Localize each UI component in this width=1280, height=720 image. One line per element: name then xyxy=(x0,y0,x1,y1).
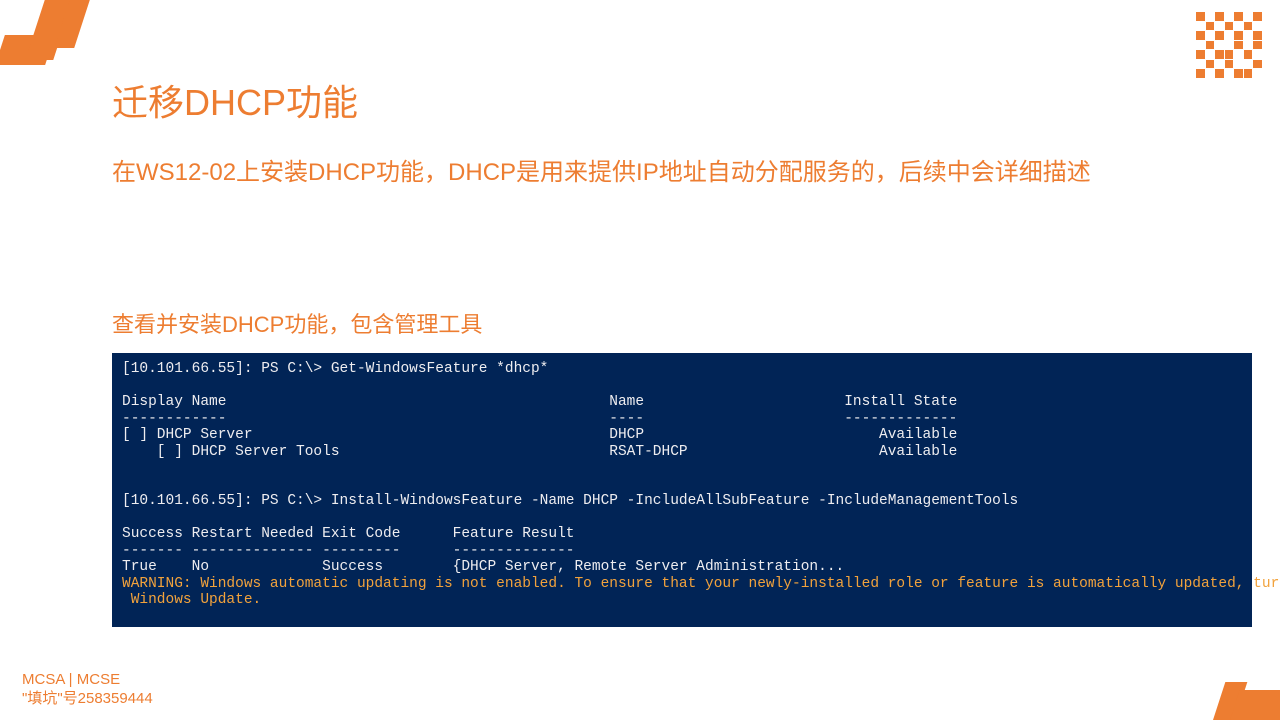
decoration-bottom-right xyxy=(1180,660,1280,720)
slide-footer: MCSA | MCSE "填坑"号258359444 xyxy=(22,670,153,708)
slide-title: 迁移DHCP功能 xyxy=(112,74,1240,126)
footer-line-1: MCSA | MCSE xyxy=(22,670,153,689)
slide-content: 迁移DHCP功能 在WS12-02上安装DHCP功能，DHCP是用来提供IP地址… xyxy=(112,74,1240,627)
terminal-line: True No Success {DHCP Server, Remote Ser… xyxy=(122,559,844,575)
slide-subtitle: 在WS12-02上安装DHCP功能，DHCP是用来提供IP地址自动分配服务的，后… xyxy=(112,152,1240,187)
terminal-line: ------- -------------- --------- -------… xyxy=(122,543,574,559)
terminal-line: Display Name Name Install State xyxy=(122,394,957,410)
terminal-line: [10.101.66.55]: PS C:\> Get-WindowsFeatu… xyxy=(122,361,548,377)
terminal-line: [ ] DHCP Server DHCP Available xyxy=(122,427,957,443)
decoration-top-left xyxy=(0,0,90,70)
terminal-line: ------------ ---- ------------- xyxy=(122,411,957,427)
terminal-line: [ ] DHCP Server Tools RSAT-DHCP Availabl… xyxy=(122,444,957,460)
section-heading: 查看并安装DHCP功能，包含管理工具 xyxy=(112,307,1240,339)
footer-line-2: "填坑"号258359444 xyxy=(22,689,153,708)
qr-code xyxy=(1196,12,1262,78)
powershell-terminal: [10.101.66.55]: PS C:\> Get-WindowsFeatu… xyxy=(112,353,1252,627)
terminal-line: Success Restart Needed Exit Code Feature… xyxy=(122,526,574,542)
terminal-line: [10.101.66.55]: PS C:\> Install-WindowsF… xyxy=(122,493,1018,509)
terminal-warning: WARNING: Windows automatic updating is n… xyxy=(122,576,1280,609)
